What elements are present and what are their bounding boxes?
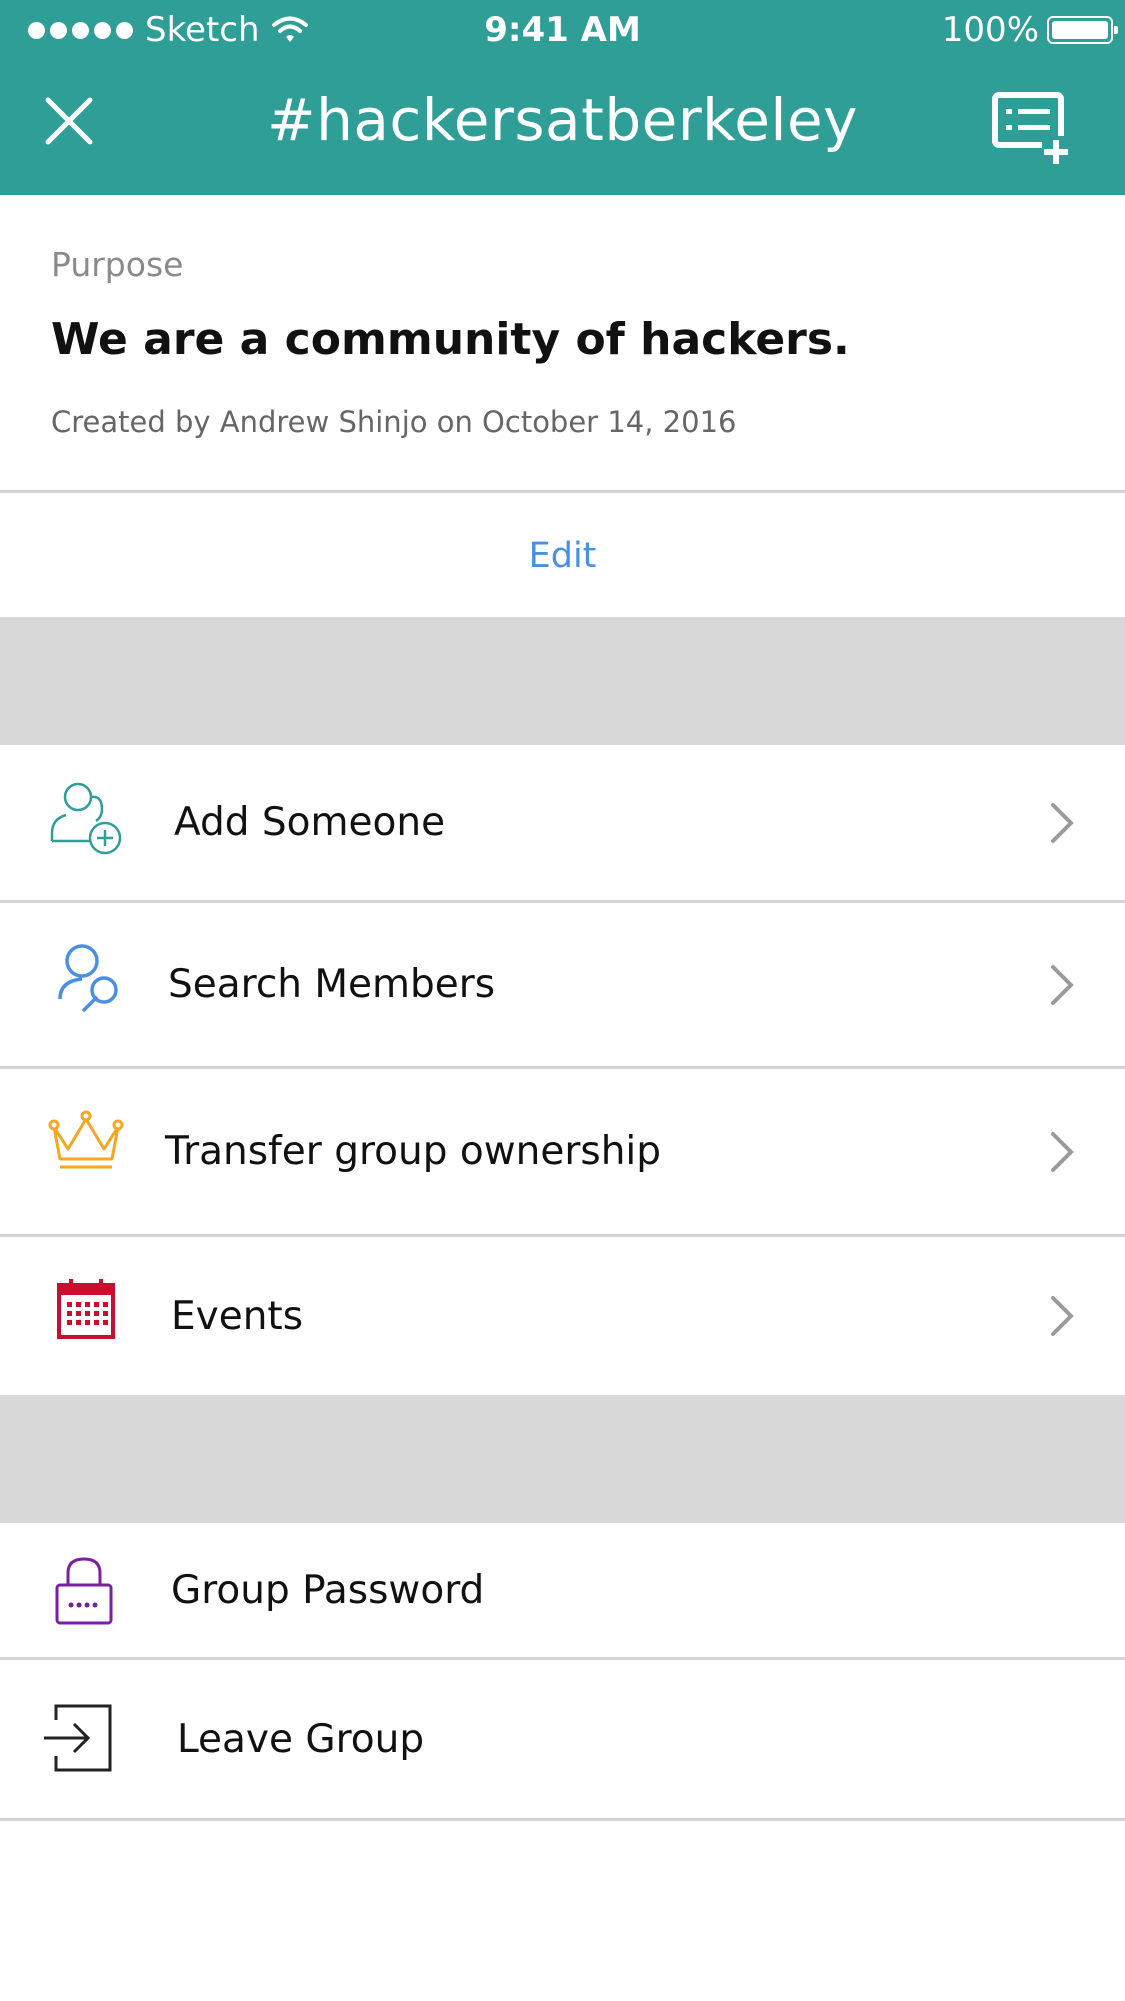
chevron-right-icon	[1051, 1296, 1074, 1336]
search-person-icon	[58, 944, 118, 1012]
leave-group-row[interactable]: Leave Group	[0, 1660, 1125, 1818]
battery-percent: 100%	[941, 10, 1039, 50]
group-password-label: Group Password	[171, 1567, 485, 1613]
section-spacer	[0, 617, 1125, 745]
divider	[0, 490, 1125, 493]
chevron-right-icon	[1051, 964, 1074, 1005]
transfer-ownership-row[interactable]: Transfer group ownership	[0, 1069, 1125, 1234]
crown-icon	[48, 1110, 124, 1169]
transfer-ownership-label: Transfer group ownership	[165, 1129, 662, 1174]
edit-button[interactable]: Edit	[0, 495, 1125, 617]
nav-header: Sketch 9:41 AM 100% #hackersatberkeley	[0, 0, 1125, 195]
add-someone-row[interactable]: Add Someone	[0, 745, 1125, 900]
created-by-text: Created by Andrew Shinjo on October 14, …	[51, 405, 737, 439]
battery-icon	[1047, 16, 1118, 44]
divider	[0, 1818, 1125, 1821]
leave-group-label: Leave Group	[177, 1716, 425, 1762]
purpose-text: We are a community of hackers.	[51, 314, 850, 365]
events-row[interactable]: Events	[0, 1237, 1125, 1395]
status-right: 100%	[941, 10, 1118, 50]
search-members-row[interactable]: Search Members	[0, 903, 1125, 1066]
events-label: Events	[171, 1293, 304, 1339]
section-spacer	[0, 1395, 1125, 1523]
compose-list-icon[interactable]	[992, 92, 1074, 168]
group-password-row[interactable]: Group Password	[0, 1523, 1125, 1657]
lock-icon	[55, 1557, 113, 1625]
calendar-icon	[57, 1279, 115, 1339]
edit-label: Edit	[528, 536, 597, 576]
chevron-right-icon	[1051, 802, 1074, 843]
exit-icon	[44, 1704, 112, 1772]
purpose-section: Purpose We are a community of hackers. C…	[51, 245, 1081, 439]
status-bar: Sketch 9:41 AM 100%	[0, 0, 1125, 62]
add-someone-label: Add Someone	[174, 800, 446, 845]
purpose-label: Purpose	[51, 245, 184, 284]
search-members-label: Search Members	[168, 962, 496, 1007]
chevron-right-icon	[1051, 1131, 1074, 1172]
add-person-icon	[50, 782, 122, 855]
page-title: #hackersatberkeley	[266, 86, 858, 154]
